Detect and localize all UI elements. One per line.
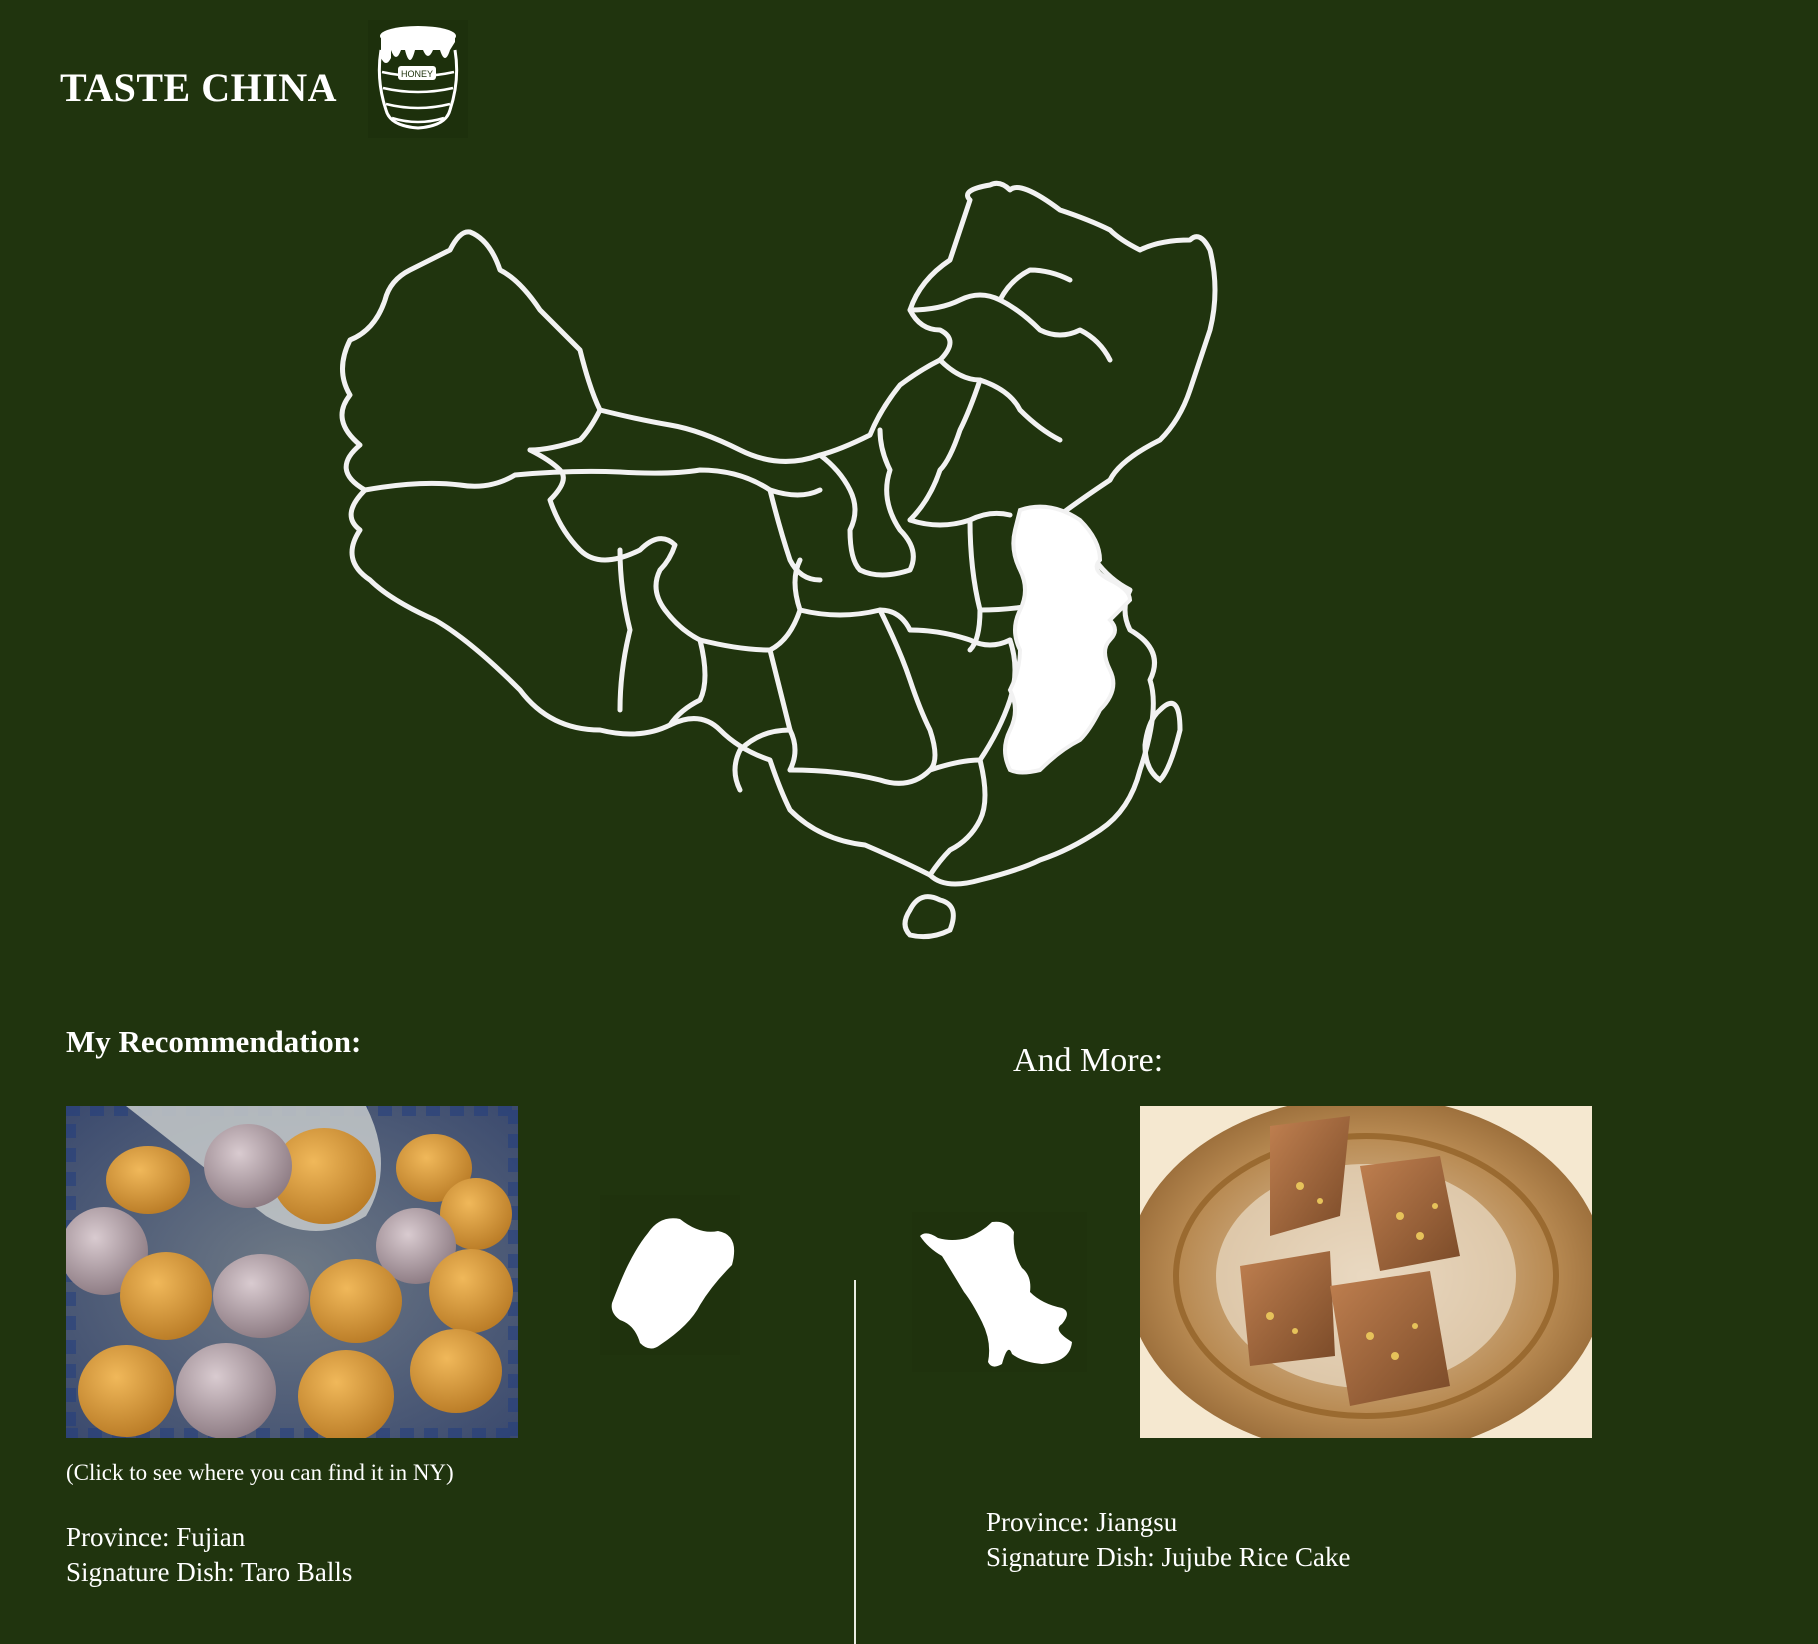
jujube-rice-cake-photo[interactable] <box>1140 1106 1592 1438</box>
recommendation-heading: My Recommendation: <box>66 1024 362 1059</box>
signature-dish-text: Signature Dish: Taro Balls <box>66 1557 353 1587</box>
province-text: Province: Jiangsu <box>986 1507 1178 1537</box>
fujian-province-shape <box>600 1195 740 1355</box>
find-in-ny-link[interactable]: (Click to see where you can find it in N… <box>66 1460 454 1486</box>
signature-dish-text: Signature Dish: Jujube Rice Cake <box>986 1542 1351 1572</box>
jar-label: HONEY <box>401 69 433 79</box>
highlighted-provinces <box>1003 504 1133 775</box>
and-more-heading: And More: <box>1013 1042 1164 1079</box>
hainan-island <box>902 894 956 940</box>
honey-jar-icon: HONEY <box>368 20 468 138</box>
province-text: Province: Fujian <box>66 1522 246 1552</box>
china-map[interactable] <box>320 170 1280 950</box>
section-divider <box>854 1280 856 1644</box>
more-info: Province: Jiangsu Signature Dish: Jujube… <box>986 1505 1350 1575</box>
site-title[interactable]: TASTE CHINA <box>60 64 337 111</box>
jiangsu-province-shape <box>912 1212 1087 1372</box>
recommendation-info: Province: Fujian Signature Dish: Taro Ba… <box>66 1520 352 1590</box>
taro-balls-photo[interactable] <box>66 1106 518 1438</box>
